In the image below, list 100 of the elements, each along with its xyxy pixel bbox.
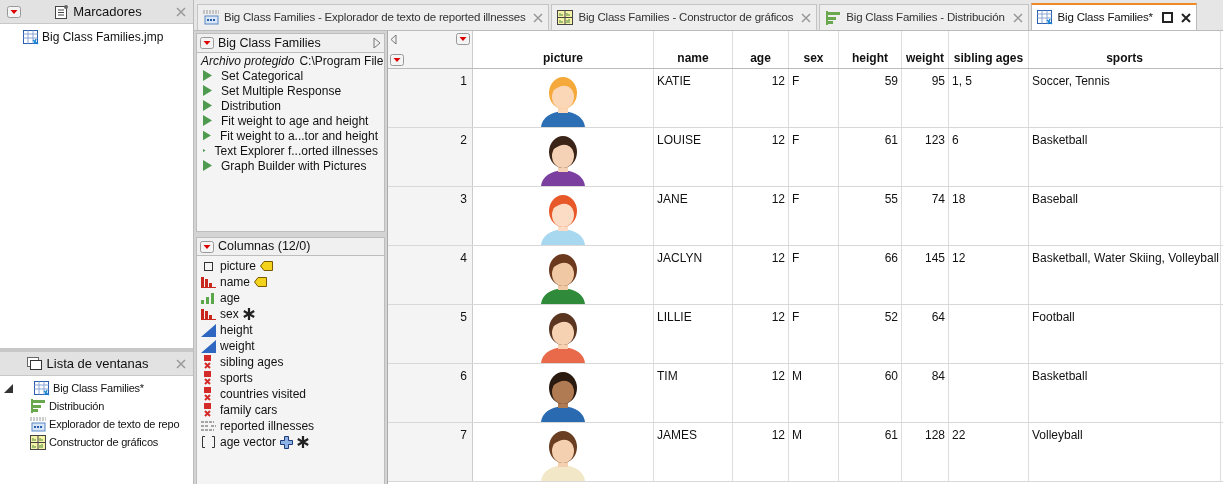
menu-icon[interactable] xyxy=(200,240,214,253)
column-header[interactable]: name xyxy=(654,31,733,68)
table-cell: 12 xyxy=(771,369,785,383)
script-item[interactable]: Fit weight to age and height xyxy=(221,111,369,130)
column-item[interactable]: countries visited xyxy=(220,385,307,403)
table-cell: 59 xyxy=(884,74,898,88)
column-item[interactable]: age xyxy=(220,289,241,307)
table-cell: 6 xyxy=(952,133,959,147)
play-icon[interactable] xyxy=(203,85,212,96)
column-header[interactable]: height xyxy=(839,31,902,68)
column-item[interactable]: picture xyxy=(220,257,257,275)
table-cell: 84 xyxy=(931,369,945,383)
menu-icon[interactable] xyxy=(456,33,470,45)
table-cell: Football xyxy=(1032,310,1075,324)
table-cell: 12 xyxy=(771,310,785,324)
table-cell: 55 xyxy=(884,192,898,206)
triangle-icon xyxy=(201,339,216,353)
table-cell: 22 xyxy=(952,428,966,442)
notes-icon xyxy=(55,4,70,19)
column-item[interactable]: sibling ages xyxy=(220,353,284,371)
row-number[interactable]: 3 xyxy=(388,187,473,245)
play-icon[interactable] xyxy=(203,130,211,141)
play-icon[interactable] xyxy=(203,115,212,126)
bookmark-item[interactable]: Big Class Families.jmp xyxy=(42,28,164,46)
window-tab[interactable]: Big Class Families - Constructor de gráficos xyxy=(551,4,818,30)
row-number[interactable]: 6 xyxy=(388,364,473,422)
table-cell: LILLIE xyxy=(657,310,692,324)
column-item[interactable]: reported illnesses xyxy=(220,417,315,435)
script-item[interactable]: Graph Builder with Pictures xyxy=(221,156,367,175)
columns-title: Columnas (12/0) xyxy=(218,238,311,256)
row-number[interactable]: 1 xyxy=(388,69,473,127)
window-list-item[interactable]: Explorador de texto de repo xyxy=(49,415,180,433)
data-table-icon xyxy=(34,380,50,396)
column-header[interactable]: picture xyxy=(473,31,654,68)
column-header[interactable]: age xyxy=(733,31,789,68)
table-cell: 60 xyxy=(884,369,898,383)
table-cell: 1, 5 xyxy=(952,74,972,88)
bar-chart-icon xyxy=(825,10,842,25)
table-cell: M xyxy=(792,369,802,383)
table-name: Big Class Families xyxy=(218,34,322,52)
table-cell: F xyxy=(792,74,800,88)
triangle-icon xyxy=(201,323,216,337)
column-item[interactable]: name xyxy=(220,273,251,291)
window-list-item[interactable]: Constructor de gráficos xyxy=(49,433,159,451)
table-cell: LOUISE xyxy=(657,133,701,147)
column-item[interactable]: sports xyxy=(220,369,253,387)
table-cell: F xyxy=(792,310,800,324)
window-tab[interactable]: Big Class Families* xyxy=(1030,3,1197,30)
table-cell: Volleyball xyxy=(1032,428,1083,442)
text-data-icon xyxy=(30,416,46,432)
table-cell: 74 xyxy=(931,192,945,206)
column-item[interactable]: weight xyxy=(220,337,255,355)
empty-square-icon xyxy=(204,261,213,271)
table-cell: F xyxy=(792,133,800,147)
column-header[interactable]: sibling ages xyxy=(949,31,1029,68)
column-header[interactable]: weight xyxy=(902,31,949,68)
column-item[interactable]: age vector xyxy=(220,433,277,451)
bar-chart-icon xyxy=(30,399,46,413)
row-number[interactable]: 5 xyxy=(388,305,473,363)
table-cell: 18 xyxy=(952,192,966,206)
window-tab[interactable]: Big Class Families - Distribución xyxy=(819,4,1029,30)
table-cell: 145 xyxy=(924,251,945,265)
column-header[interactable]: sex xyxy=(789,31,839,68)
window-list-item[interactable]: Distribución xyxy=(49,397,105,415)
brackets-icon xyxy=(201,436,216,448)
data-table-icon xyxy=(1036,10,1053,25)
column-item[interactable]: sex xyxy=(220,305,239,323)
table-cell: JACLYN xyxy=(657,251,703,265)
column-item[interactable]: family cars xyxy=(220,401,278,419)
table-cell: 61 xyxy=(884,428,898,442)
expand-arrow-icon[interactable] xyxy=(373,37,381,49)
table-cell: 12 xyxy=(771,74,785,88)
grid-chart-icon xyxy=(557,10,574,25)
maximize-icon[interactable] xyxy=(1161,12,1173,23)
menu-icon[interactable] xyxy=(390,54,404,66)
bar-icon xyxy=(201,292,216,304)
play-icon[interactable] xyxy=(203,160,212,171)
window-list-item[interactable]: Big Class Families* xyxy=(53,379,144,397)
row-number[interactable]: 2 xyxy=(388,128,473,186)
expanded-triangle-icon[interactable] xyxy=(4,383,13,393)
play-icon[interactable] xyxy=(203,70,212,81)
table-cell: 64 xyxy=(931,310,945,324)
row-number[interactable]: 7 xyxy=(388,423,473,481)
window-tab[interactable]: Big Class Families - Explorador de texto de reported illnesses xyxy=(197,4,550,30)
table-cell: Baseball xyxy=(1032,192,1079,206)
windows-icon xyxy=(26,356,43,371)
menu-icon[interactable] xyxy=(7,5,21,18)
table-cell: F xyxy=(792,251,800,265)
text-lines-icon xyxy=(201,421,216,431)
column-header[interactable]: sports xyxy=(1029,31,1221,68)
table-cell: TIM xyxy=(657,369,678,383)
menu-icon[interactable] xyxy=(200,37,214,49)
left-arrow-icon[interactable] xyxy=(390,33,397,45)
row-number[interactable]: 4 xyxy=(388,246,473,304)
play-icon[interactable] xyxy=(203,100,212,111)
close-icon[interactable] xyxy=(1180,12,1191,23)
note-value: C:\Program File xyxy=(299,53,384,68)
column-item[interactable]: height xyxy=(220,321,253,339)
table-cell: 128 xyxy=(924,428,945,442)
panel-title: Lista de ventanas xyxy=(46,354,149,373)
